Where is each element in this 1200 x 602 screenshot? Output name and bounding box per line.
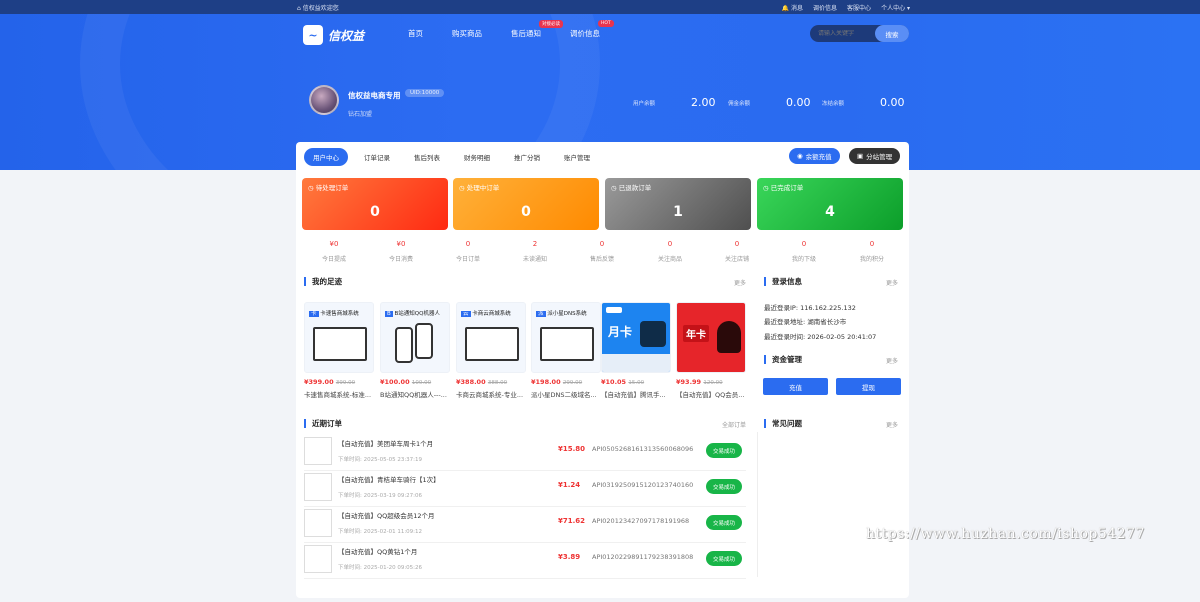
product-card[interactable]: 卡 卡速售商城系统 ¥399.00 399.00 卡速售商城系统-标准... bbox=[304, 302, 374, 399]
main-card: 用户中心 订单记录 售后列表 财务明细 推广分销 账户管理 ◉ 余额充值 ▣ 分站管… bbox=[296, 142, 909, 598]
all-orders-link[interactable]: 全部订单 bbox=[722, 420, 746, 429]
top-bar: ⌂ 信权益欢迎您 🔔 消息 调价信息 客服中心 个人中心 ▾ bbox=[0, 0, 1200, 14]
tab-after-sales[interactable]: 售后列表 bbox=[414, 152, 440, 162]
monitor-icon: ▣ bbox=[857, 152, 864, 160]
mini-stat[interactable]: 0 今日订单 bbox=[433, 240, 503, 263]
login-location: 最近登录地址: 湖南省长沙市 bbox=[764, 318, 847, 326]
top-link-messages[interactable]: 🔔 消息 bbox=[782, 3, 803, 12]
user-name: 信权益电商专用 bbox=[348, 91, 401, 100]
tab-bar: 用户中心 订单记录 售后列表 财务明细 推广分销 账户管理 bbox=[304, 148, 614, 166]
login-time: 最近登录时间: 2026-02-05 20:41:07 bbox=[764, 333, 877, 341]
nav-badge: 对接必读 bbox=[539, 20, 563, 28]
footprint-more-link[interactable]: 更多 bbox=[734, 278, 746, 287]
tab-user-center[interactable]: 用户中心 bbox=[304, 148, 348, 166]
search-input[interactable] bbox=[810, 30, 876, 37]
section-faq-title: 常见问题 bbox=[764, 419, 802, 428]
nav-price-info[interactable]: 调价信息 HOT bbox=[570, 20, 614, 39]
search-box: 搜索 bbox=[810, 25, 909, 42]
product-image: 月卡 bbox=[601, 302, 671, 373]
top-link-price[interactable]: 调价信息 bbox=[813, 3, 837, 12]
product-card[interactable]: 派 派小星DNS系统 ¥198.00 299.00 派小星DNS二级域名... bbox=[531, 302, 601, 399]
mini-stat[interactable]: 0 关注商品 bbox=[635, 240, 705, 263]
product-image: 卡 卡速售商城系统 bbox=[304, 302, 374, 373]
mini-stat[interactable]: 2 未读通知 bbox=[500, 240, 570, 263]
funds-more-link[interactable]: 更多 bbox=[886, 356, 898, 365]
product-card[interactable]: 月卡 ¥10.05 15.00 【自动充值】腾讯手... bbox=[601, 302, 671, 399]
wallet-icon: ◉ bbox=[797, 152, 803, 160]
tab-finance[interactable]: 财务明细 bbox=[464, 152, 490, 162]
order-status-button[interactable]: 交易成功 bbox=[706, 479, 742, 494]
order-row[interactable]: 【自动充值】QQ黄钻1个月 下单时间: 2025-01-20 09:05:26 … bbox=[304, 543, 746, 579]
order-row[interactable]: 【自动充值】美团单车周卡1个月 下单时间: 2025-05-05 23:37:1… bbox=[304, 435, 746, 471]
nav-buy[interactable]: 购买商品 bbox=[452, 28, 482, 39]
watermark-text: https://www.huzhan.com/ishop54277 bbox=[866, 526, 1145, 542]
section-footprint-title: 我的足迹 bbox=[304, 277, 342, 286]
product-image: 年卡 bbox=[676, 302, 746, 373]
mini-stat[interactable]: 0 关注店铺 bbox=[702, 240, 772, 263]
logo[interactable]: ~ 信权益 bbox=[303, 25, 364, 45]
logo-icon: ~ bbox=[303, 25, 323, 45]
order-status-button[interactable]: 交易成功 bbox=[706, 443, 742, 458]
mini-stat[interactable]: ¥0 今日提成 bbox=[299, 240, 369, 263]
order-thumbnail bbox=[304, 473, 332, 501]
mini-stat[interactable]: 0 售后反馈 bbox=[567, 240, 637, 263]
recharge-button[interactable]: ◉ 余额充值 bbox=[789, 148, 840, 164]
faq-more-link[interactable]: 更多 bbox=[886, 420, 898, 429]
top-link-profile[interactable]: 个人中心 ▾ bbox=[881, 3, 910, 12]
order-thumbnail bbox=[304, 509, 332, 537]
product-card[interactable]: 年卡 ¥93.99 120.00 【自动充值】QQ会员... bbox=[676, 302, 746, 399]
search-button[interactable]: 搜索 bbox=[875, 25, 909, 42]
login-more-link[interactable]: 更多 bbox=[886, 278, 898, 287]
tab-orders[interactable]: 订单记录 bbox=[364, 152, 390, 162]
tab-account[interactable]: 账户管理 bbox=[564, 152, 590, 162]
product-image: 派 派小星DNS系统 bbox=[531, 302, 601, 373]
order-thumbnail bbox=[304, 437, 332, 465]
section-funds-title: 资金管理 bbox=[764, 355, 802, 364]
order-row[interactable]: 【自动充值】青桔单车骑行【1次】 下单时间: 2025-03-19 09:27:… bbox=[304, 471, 746, 507]
nav-home[interactable]: 首页 bbox=[408, 28, 423, 39]
section-recent-orders-title: 近期订单 bbox=[304, 419, 342, 428]
mini-stat[interactable]: ¥0 今日消费 bbox=[366, 240, 436, 263]
mini-stat[interactable]: 0 我的下级 bbox=[769, 240, 839, 263]
welcome-text: ⌂ 信权益欢迎您 bbox=[297, 5, 339, 12]
withdraw-button[interactable]: 提现 bbox=[836, 378, 901, 395]
order-thumbnail bbox=[304, 545, 332, 573]
nav-after-sales[interactable]: 售后通知 对接必读 bbox=[511, 20, 563, 39]
tab-promotion[interactable]: 推广分销 bbox=[514, 152, 540, 162]
avatar[interactable] bbox=[309, 85, 339, 115]
order-status-button[interactable]: 交易成功 bbox=[706, 515, 742, 530]
product-card[interactable]: B B站通知QQ机器人 ¥100.00 100.00 B站通知QQ机器人---.… bbox=[380, 302, 450, 399]
order-status-button[interactable]: 交易成功 bbox=[706, 551, 742, 566]
top-link-service[interactable]: 客服中心 bbox=[847, 3, 871, 12]
main-nav: 首页 购买商品 售后通知 对接必读 调价信息 HOT bbox=[408, 20, 629, 39]
card-completed-orders[interactable]: ◷ 已完成订单 4 bbox=[757, 178, 903, 230]
product-card[interactable]: 云 卡商云商城系统 ¥388.00 388.00 卡商云商城系统-专业... bbox=[456, 302, 526, 399]
user-level: 钻石加盟 bbox=[348, 111, 373, 118]
product-image: 云 卡商云商城系统 bbox=[456, 302, 526, 373]
substation-button[interactable]: ▣ 分站管理 bbox=[849, 148, 901, 164]
card-processing-orders[interactable]: ◷ 处理中订单 0 bbox=[453, 178, 599, 230]
login-ip: 最近登录IP: 116.162.225.132 bbox=[764, 304, 856, 312]
pending-icon-label: ◷ 待处理订单 bbox=[308, 184, 349, 192]
mini-stat[interactable]: 0 我的积分 bbox=[837, 240, 907, 263]
product-image: B B站通知QQ机器人 bbox=[380, 302, 450, 373]
hot-badge: HOT bbox=[598, 20, 614, 27]
card-pending-orders[interactable]: ◷ 待处理订单 0 bbox=[302, 178, 448, 230]
card-refunded-orders[interactable]: ◷ 已退款订单 1 bbox=[605, 178, 751, 230]
order-row[interactable]: 【自动充值】QQ超级会员12个月 下单时间: 2025-02-01 11:09:… bbox=[304, 507, 746, 543]
deposit-button[interactable]: 充值 bbox=[763, 378, 828, 395]
uid-badge: UID:10000 bbox=[405, 89, 445, 97]
section-login-info-title: 登录信息 bbox=[764, 277, 802, 286]
